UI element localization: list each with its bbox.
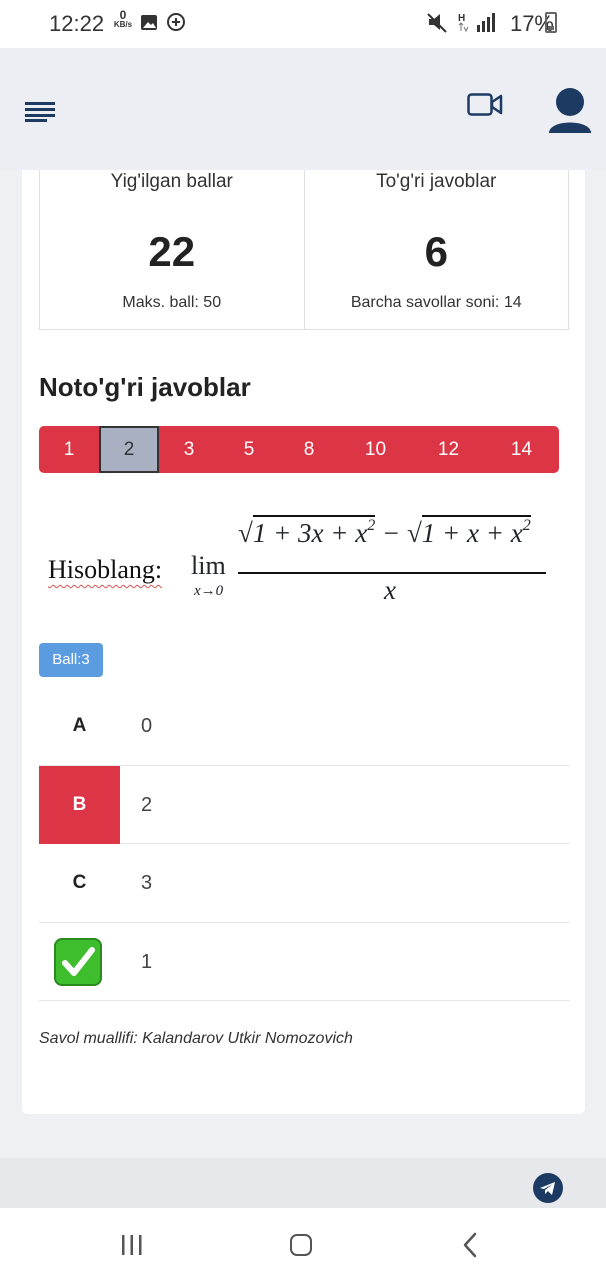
notification-icons bbox=[140, 12, 188, 39]
option-value: 1 bbox=[141, 950, 153, 973]
stat-value: 6 bbox=[424, 228, 448, 275]
back-icon[interactable] bbox=[462, 1232, 478, 1263]
user-avatar-icon[interactable] bbox=[547, 87, 593, 140]
system-navigation-bar bbox=[0, 1208, 606, 1280]
page-button[interactable]: 12 bbox=[412, 426, 485, 473]
mute-icon: H bbox=[427, 13, 495, 33]
option-value: 0 bbox=[141, 715, 153, 737]
stat-label: Yig'ilgan ballar bbox=[110, 171, 233, 192]
question-label: Hisoblang: bbox=[48, 555, 163, 584]
formula-denominator: x bbox=[384, 575, 396, 605]
battery-icon bbox=[545, 12, 557, 33]
menu-icon[interactable] bbox=[25, 100, 55, 127]
recent-apps-icon[interactable] bbox=[121, 1234, 143, 1261]
question-formula: Hisoblang: lim x→0 √1 + 3x + x2 − √1 + x… bbox=[48, 515, 558, 615]
stat-label: To'g'ri javoblar bbox=[376, 171, 497, 192]
option-row: A 0 bbox=[39, 687, 570, 766]
home-icon[interactable] bbox=[290, 1234, 312, 1256]
stat-sub: Maks. ball: 50 bbox=[122, 294, 222, 311]
option-row-wrong: B 2 bbox=[39, 765, 570, 844]
stats-panel: Yig'ilgan ballar 22 Maks. ball: 50 To'g'… bbox=[39, 170, 569, 330]
option-value: 3 bbox=[141, 872, 153, 894]
page-button-active[interactable]: 2 bbox=[99, 426, 159, 473]
option-row: C 3 bbox=[39, 844, 570, 923]
page-button[interactable]: 14 bbox=[485, 426, 558, 473]
section-title: Noto'g'ri javoblar bbox=[39, 372, 251, 402]
page-button[interactable]: 3 bbox=[159, 426, 219, 473]
points-badge: Ball:3 bbox=[39, 643, 103, 677]
limit-subscript: x→0 bbox=[194, 583, 224, 599]
option-key-wrong: B bbox=[39, 765, 120, 844]
page-footer bbox=[0, 1158, 606, 1208]
option-key: A bbox=[72, 715, 87, 736]
collected-points-stat: Yig'ilgan ballar 22 Maks. ball: 50 bbox=[40, 170, 304, 329]
network-speed-unit: KB/s bbox=[113, 20, 133, 29]
page-button[interactable]: 1 bbox=[39, 426, 99, 473]
network-type: H bbox=[458, 13, 465, 24]
app-header bbox=[0, 48, 606, 170]
status-right-icons: H bbox=[427, 12, 497, 39]
option-key: C bbox=[72, 872, 87, 893]
status-time: 12:22 bbox=[49, 11, 105, 36]
video-camera-icon[interactable] bbox=[467, 92, 503, 123]
correct-answers-stat: To'g'ri javoblar 6 Barcha savollar soni:… bbox=[303, 170, 569, 329]
telegram-icon[interactable] bbox=[533, 1173, 563, 1203]
question-author: Savol muallifi: Kalandarov Utkir Nomozov… bbox=[39, 1030, 353, 1047]
gallery-icon bbox=[141, 13, 185, 31]
formula-numerator: √1 + 3x + x2 − √1 + x + x2 bbox=[238, 515, 531, 548]
wrong-question-pager: 1 2 3 5 8 10 12 14 bbox=[39, 426, 559, 473]
check-icon bbox=[54, 937, 102, 986]
status-bar: 12:22 0 KB/s H 17% bbox=[0, 0, 606, 48]
option-row-correct: 1 bbox=[39, 923, 570, 1001]
fraction-line bbox=[238, 572, 546, 574]
network-speed: 0 KB/s bbox=[111, 8, 135, 29]
page-button[interactable]: 5 bbox=[219, 426, 279, 473]
network-speed-value: 0 bbox=[119, 8, 127, 22]
limit-operator: lim bbox=[191, 551, 226, 580]
answer-options: A 0 B 2 C 3 1 bbox=[39, 687, 570, 1001]
option-value: 2 bbox=[141, 793, 153, 816]
stat-value: 22 bbox=[148, 228, 196, 275]
page-button[interactable]: 10 bbox=[339, 426, 412, 473]
page-button[interactable]: 8 bbox=[279, 426, 339, 473]
stat-sub: Barcha savollar soni: 14 bbox=[350, 294, 522, 311]
